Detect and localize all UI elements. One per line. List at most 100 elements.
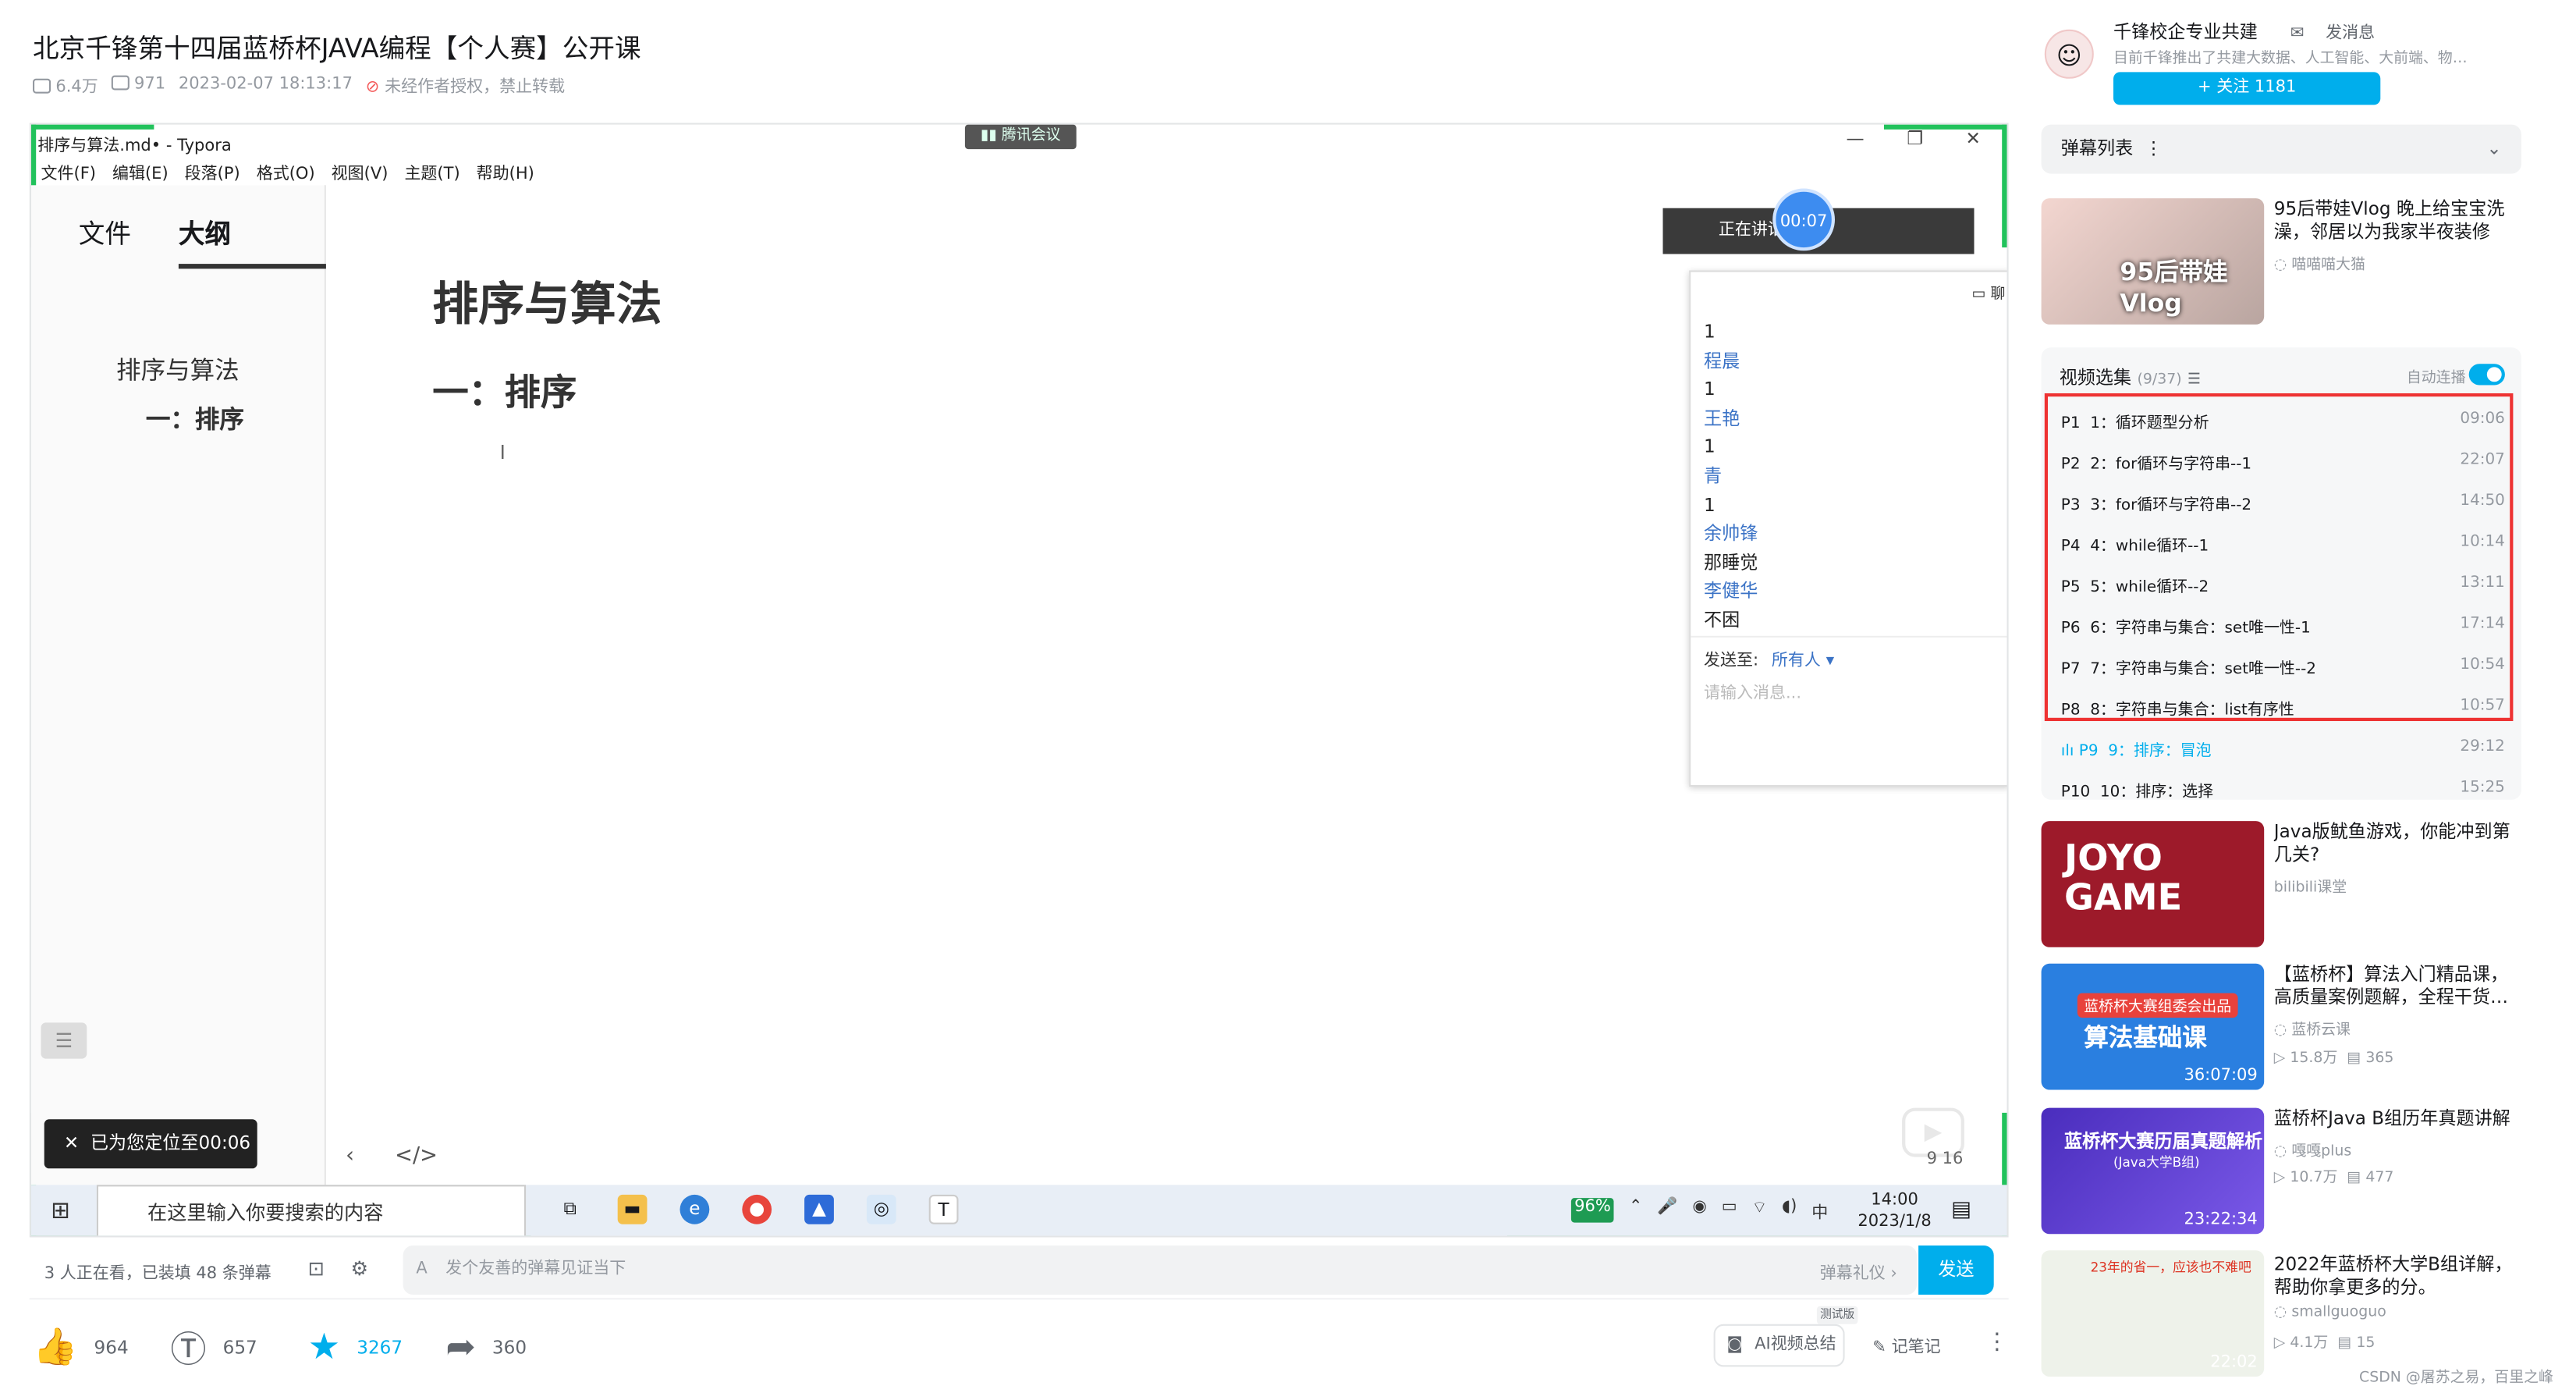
playlist-item[interactable]: P8 8：字符串与集合：list有序性 10:57 xyxy=(2061,696,2505,719)
playlist-item[interactable]: P5 5：while循环--2 13:11 xyxy=(2061,574,2505,596)
close-icon[interactable]: ✕ xyxy=(1966,128,1981,149)
volume-icon[interactable]: ◖) xyxy=(1782,1198,1797,1223)
recommend-card[interactable]: 蓝桥杯大赛历届真题解析 (Java大学B组) 23:22:34 蓝桥杯Java … xyxy=(2041,1107,2521,1236)
menu-edit[interactable]: 编辑(E) xyxy=(112,158,169,183)
windows-start-icon[interactable]: ⊞ xyxy=(51,1198,70,1224)
danmaku-list-toggle[interactable]: 弹幕列表 ⋮ ⌄ xyxy=(2041,124,2521,174)
danmaku-settings-icon[interactable]: ⚙ xyxy=(351,1257,369,1280)
taskbar-search[interactable]: 在这里输入你要搜索的内容 xyxy=(96,1185,527,1236)
taskbar-clock[interactable]: 14:00 2023/1/8 xyxy=(1857,1190,1931,1233)
play-count-icon: ▷ xyxy=(2273,1170,2286,1187)
network-icon[interactable]: ▭ xyxy=(1722,1198,1737,1223)
recommend-author[interactable]: ◌ 蓝桥云课 xyxy=(2274,1018,2351,1039)
minimize-icon[interactable]: — xyxy=(1847,128,1865,149)
menu-theme[interactable]: 主题(T) xyxy=(404,158,459,183)
outline-item-1[interactable]: 排序与算法 xyxy=(116,352,240,386)
recommend-card[interactable]: 95后带娃 Vlog 95后带娃Vlog 晚上给宝宝洗澡，邻居以为我家半夜装修 … xyxy=(2041,198,2521,326)
recommend-card[interactable]: 蓝桥杯大赛组委会出品 算法基础课 36:07:09 【蓝桥杯】算法入门精品课，高… xyxy=(2041,963,2521,1092)
chevron-up-icon[interactable]: ⌃ xyxy=(1629,1198,1643,1223)
source-code-icon[interactable]: </> xyxy=(395,1144,438,1169)
recommend-author[interactable]: ◌ 嘎嘎plus xyxy=(2274,1139,2351,1160)
recommend-title[interactable]: 蓝桥杯Java B组历年真题讲解 xyxy=(2274,1108,2521,1131)
chat-input[interactable]: 请输入消息... xyxy=(1704,678,1801,703)
video-thumbnail[interactable]: 蓝桥杯大赛历届真题解析 (Java大学B组) 23:22:34 xyxy=(2041,1107,2265,1235)
danmaku-etiquette-link[interactable]: 弹幕礼仪 › xyxy=(1820,1259,1897,1283)
message-link[interactable]: ✉ 发消息 xyxy=(2274,24,2375,42)
wifi-icon[interactable]: ⌔ xyxy=(1751,1198,1767,1223)
uploader-avatar[interactable]: ☺ xyxy=(2044,29,2094,79)
coin-button[interactable]: Ⓣ 657 xyxy=(170,1321,307,1373)
tab-outline[interactable]: 大纲 xyxy=(178,211,326,269)
take-note-button[interactable]: ✎ 记笔记 xyxy=(1872,1332,1940,1357)
menu-paragraph[interactable]: 段落(P) xyxy=(185,158,240,183)
menu-file[interactable]: 文件(F) xyxy=(41,158,95,183)
tab-files[interactable]: 文件 xyxy=(31,211,179,269)
like-button[interactable]: 👍 964 xyxy=(33,1327,170,1368)
autoplay-toggle[interactable] xyxy=(2468,364,2505,386)
playlist-item[interactable]: P4 4：while循环--1 10:14 xyxy=(2061,532,2505,555)
tencent-meeting-bar[interactable]: ▮▮ 腾讯会议 xyxy=(964,124,1077,150)
menu-help[interactable]: 帮助(H) xyxy=(477,158,534,183)
battery-icon[interactable]: 96% xyxy=(1570,1198,1614,1223)
coin-icon: Ⓣ xyxy=(170,1331,207,1372)
recommend-title[interactable]: 【蓝桥杯】算法入门精品课，高质量案例题解，全程干货… xyxy=(2274,964,2521,1010)
follow-button[interactable]: + 关注 1181 xyxy=(2113,72,2381,105)
video-thumbnail[interactable]: 蓝桥杯大赛组委会出品 算法基础课 36:07:09 xyxy=(2041,963,2265,1090)
menu-format[interactable]: 格式(O) xyxy=(257,158,315,183)
outline-item-2[interactable]: 一：排序 xyxy=(146,402,244,436)
playlist-item[interactable]: P1 1：循环题型分析 09:06 xyxy=(2061,410,2505,432)
recommend-card[interactable]: 23年的省一，应该也不难吧 22:02 2022年蓝桥杯大学B组详解，帮助你拿更… xyxy=(2041,1250,2521,1378)
recommend-author[interactable]: ◌ 喵喵喵大猫 xyxy=(2273,252,2365,274)
recommend-card[interactable]: JOYO GAME Java版鱿鱼游戏，你能冲到第几关? bilibili课堂 xyxy=(2041,821,2521,949)
list-icon: ☰ xyxy=(2187,371,2201,389)
meeting-signal-icon: ▮▮ xyxy=(981,127,1002,144)
typora-menubar: 文件(F) 编辑(E) 段落(P) 格式(O) 视图(V) 主题(T) 帮助(H… xyxy=(31,158,2007,184)
send-danmaku-button[interactable]: 发送 xyxy=(1918,1245,1994,1295)
playlist-item[interactable]: P10 10：排序：选择 15:25 xyxy=(2061,778,2505,801)
task-view-icon[interactable]: ⧉ xyxy=(555,1195,585,1224)
close-icon[interactable]: ✕ xyxy=(64,1132,79,1153)
ime-indicator[interactable]: 中 xyxy=(1811,1198,1828,1222)
up-icon: ◌ xyxy=(2273,257,2287,274)
chevron-left-icon[interactable]: ‹ xyxy=(346,1144,354,1169)
photos-icon[interactable]: ▲ xyxy=(804,1194,834,1224)
playlist-item[interactable]: P7 7：字符串与集合：set唯一性--2 10:54 xyxy=(2061,656,2505,678)
meeting-app-icon[interactable]: ◎ xyxy=(866,1194,896,1224)
recommend-title[interactable]: 95后带娃Vlog 晚上给宝宝洗澡，邻居以为我家半夜装修 xyxy=(2274,198,2521,244)
typora-icon[interactable]: T xyxy=(928,1194,959,1224)
send-to[interactable]: 发送至: 所有人 ▾ xyxy=(1704,645,1834,670)
share-button[interactable]: ➦ 360 xyxy=(445,1327,583,1368)
uploader-name[interactable]: 千锋校企专业共建 ✉ 发消息 xyxy=(2113,18,2375,44)
play-count-icon: ▷ xyxy=(2273,1335,2286,1352)
recommend-title[interactable]: Java版鱿鱼游戏，你能冲到第几关? xyxy=(2274,821,2521,867)
playlist-item[interactable]: P6 6：字符串与集合：set唯一性-1 17:14 xyxy=(2061,614,2505,637)
qq-icon[interactable]: ◉ xyxy=(1692,1198,1706,1223)
play-icon[interactable]: ▶ xyxy=(1902,1107,1964,1157)
outline-toggle-icon[interactable]: ☰ xyxy=(41,1022,87,1059)
video-thumbnail[interactable]: 23年的省一，应该也不难吧 22:02 xyxy=(2041,1250,2265,1377)
more-icon[interactable]: ⋮ xyxy=(1985,1329,2008,1356)
doc-heading-1: 排序与算法 xyxy=(432,276,662,332)
danmaku-toggle-icon[interactable]: ⊡ xyxy=(308,1257,325,1280)
restore-icon[interactable]: ❐ xyxy=(1907,128,1923,149)
chrome-icon[interactable]: ● xyxy=(742,1194,772,1224)
playlist-item[interactable]: P3 3：for循环与字符串--2 14:50 xyxy=(2061,492,2505,514)
recommend-author[interactable]: ◌ smallguoguo xyxy=(2274,1305,2386,1321)
menu-view[interactable]: 视图(V) xyxy=(332,158,389,183)
video-thumbnail[interactable]: JOYO GAME xyxy=(2041,821,2265,947)
danmaku-input[interactable]: A 发个友善的弹幕见证当下 xyxy=(403,1245,1917,1295)
playlist-item[interactable]: P2 2：for循环与字符串--1 22:07 xyxy=(2061,451,2505,474)
file-explorer-icon[interactable]: ▬ xyxy=(617,1194,648,1224)
recommend-author[interactable]: bilibili课堂 xyxy=(2274,875,2347,897)
video-player[interactable]: 排序与算法.md• - Typora ▮▮ 腾讯会议 — ❐ ✕ 文件(F) 编… xyxy=(29,123,2009,1238)
text-style-icon[interactable]: A xyxy=(416,1246,427,1295)
edge-icon[interactable]: e xyxy=(679,1194,710,1224)
recommend-title[interactable]: 2022年蓝桥杯大学B组详解，帮助你拿更多的分。 xyxy=(2274,1253,2521,1299)
up-icon: ◌ xyxy=(2273,1143,2287,1160)
notification-icon[interactable]: ▤ xyxy=(1951,1198,1971,1223)
video-thumbnail[interactable]: 95后带娃 Vlog xyxy=(2041,198,2265,325)
playlist-item-current[interactable]: ılı P9 9：排序：冒泡 29:12 xyxy=(2061,737,2505,760)
ai-summary-button[interactable]: ◙ AI视频总结 测试版 xyxy=(1713,1306,1858,1367)
mic-icon[interactable]: 🎤 xyxy=(1657,1198,1677,1223)
favorite-button[interactable]: ★ 3267 xyxy=(308,1327,445,1368)
